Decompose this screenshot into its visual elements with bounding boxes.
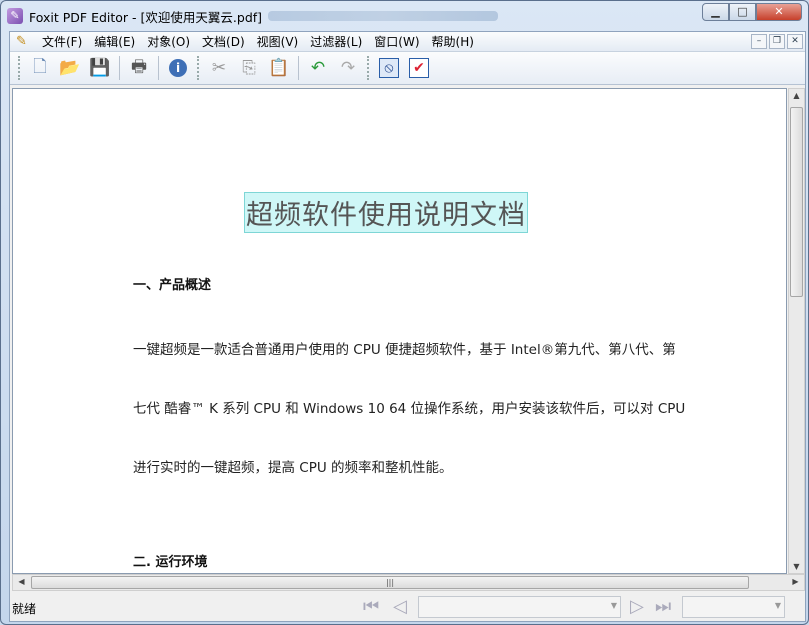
blurred-background-title bbox=[268, 11, 499, 21]
vertical-scroll-thumb[interactable] bbox=[790, 107, 803, 297]
redo-icon[interactable]: ↷ bbox=[335, 55, 361, 81]
minimize-button[interactable]: ▁ bbox=[702, 3, 729, 21]
scroll-down-arrow-icon[interactable]: ▼ bbox=[789, 562, 804, 571]
paste-icon[interactable]: 📋 bbox=[266, 55, 292, 81]
toolbar: 🗋 📂 💾 🖶 i ✂ ⎘ 📋 ↶ ↷ ⦸ ✔ bbox=[10, 52, 805, 85]
section-heading: 一、产品概述 bbox=[133, 278, 212, 293]
document-title[interactable]: 超频软件使用说明文档 bbox=[244, 192, 528, 233]
save-icon[interactable]: 💾 bbox=[87, 55, 113, 81]
checkmark-icon[interactable]: ✔ bbox=[406, 55, 432, 81]
cut-icon[interactable]: ✂ bbox=[206, 55, 232, 81]
foxit-app-icon: ✎ bbox=[7, 8, 23, 24]
page-number-combo[interactable]: ▼ bbox=[418, 596, 621, 618]
horizontal-scroll-thumb[interactable]: ||| bbox=[31, 576, 749, 589]
title-bar: ✎ Foxit PDF Editor - [欢迎使用天翼云.pdf] bbox=[7, 5, 697, 27]
menu-window[interactable]: 窗口(W) bbox=[368, 33, 425, 50]
menu-document[interactable]: 文档(D) bbox=[196, 33, 251, 50]
new-file-icon[interactable]: 🗋 bbox=[27, 55, 53, 81]
doc-minimize-button[interactable]: – bbox=[751, 34, 767, 49]
scroll-up-arrow-icon[interactable]: ▲ bbox=[789, 91, 804, 100]
menu-help[interactable]: 帮助(H) bbox=[426, 33, 480, 50]
scroll-left-arrow-icon[interactable]: ◀ bbox=[14, 577, 29, 586]
chevron-down-icon[interactable]: ▼ bbox=[611, 601, 617, 610]
paragraph-line: 一键超频是一款适合普通用户使用的 CPU 便捷超频软件，基于 Intel®第九代… bbox=[133, 342, 676, 358]
copy-icon[interactable]: ⎘ bbox=[236, 55, 262, 81]
status-text: 就绪 bbox=[12, 602, 37, 616]
doc-restore-button[interactable]: ❐ bbox=[769, 34, 785, 49]
vertical-scrollbar[interactable]: ▲ ▼ bbox=[788, 88, 805, 574]
paragraph-line: 进行实时的一键超频，提高 CPU 的频率和整机性能。 bbox=[133, 460, 453, 476]
divider bbox=[158, 56, 159, 80]
menu-bar: ✎ 文件(F) 编辑(E) 对象(O) 文档(D) 视图(V) 过滤器(L) 窗… bbox=[10, 32, 805, 52]
first-page-icon[interactable]: ⏮ bbox=[363, 596, 379, 617]
divider bbox=[298, 56, 299, 80]
window-title: Foxit PDF Editor - [欢迎使用天翼云.pdf] bbox=[29, 9, 263, 25]
toolbar-grip[interactable] bbox=[197, 56, 200, 80]
status-bar: 就绪 ⏮ ◁ ▼ ▷ ⏭ ▼ bbox=[10, 593, 805, 621]
next-page-icon[interactable]: ▷ bbox=[630, 596, 644, 617]
menu-filter[interactable]: 过滤器(L) bbox=[304, 33, 368, 50]
chevron-down-icon[interactable]: ▼ bbox=[775, 601, 781, 610]
menu-view[interactable]: 视图(V) bbox=[251, 33, 305, 50]
divider bbox=[119, 56, 120, 80]
section-heading: 二. 运行环境 bbox=[133, 555, 208, 570]
toolbar-grip[interactable] bbox=[367, 56, 370, 80]
open-folder-icon[interactable]: 📂 bbox=[57, 55, 83, 81]
paragraph-line: 七代 酷睿™ K 系列 CPU 和 Windows 10 64 位操作系统，用户… bbox=[133, 401, 686, 417]
stop-icon[interactable]: ⦸ bbox=[376, 55, 402, 81]
app-window: ✎ Foxit PDF Editor - [欢迎使用天翼云.pdf] ▁ □ ✕… bbox=[0, 0, 809, 625]
info-icon[interactable]: i bbox=[165, 55, 191, 81]
menu-object[interactable]: 对象(O) bbox=[141, 33, 196, 50]
previous-page-icon[interactable]: ◁ bbox=[393, 596, 407, 617]
pdf-page-view[interactable]: 超频软件使用说明文档 一、产品概述 一键超频是一款适合普通用户使用的 CPU 便… bbox=[12, 88, 787, 574]
zoom-combo[interactable]: ▼ bbox=[682, 596, 785, 618]
doc-close-button[interactable]: ✕ bbox=[787, 34, 803, 49]
horizontal-scrollbar[interactable]: ◀ ||| ▶ bbox=[12, 574, 805, 591]
menu-file[interactable]: 文件(F) bbox=[36, 33, 88, 50]
toolbar-grip[interactable] bbox=[18, 56, 21, 80]
mdi-frame: ✎ 文件(F) 编辑(E) 对象(O) 文档(D) 视图(V) 过滤器(L) 窗… bbox=[9, 31, 806, 622]
close-button[interactable]: ✕ bbox=[756, 3, 802, 21]
menu-edit[interactable]: 编辑(E) bbox=[88, 33, 141, 50]
maximize-button[interactable]: □ bbox=[729, 3, 756, 21]
scroll-right-arrow-icon[interactable]: ▶ bbox=[788, 577, 803, 586]
undo-icon[interactable]: ↶ bbox=[305, 55, 331, 81]
document-edit-icon[interactable]: ✎ bbox=[16, 34, 34, 50]
print-icon[interactable]: 🖶 bbox=[126, 55, 152, 81]
last-page-icon[interactable]: ⏭ bbox=[655, 596, 671, 617]
